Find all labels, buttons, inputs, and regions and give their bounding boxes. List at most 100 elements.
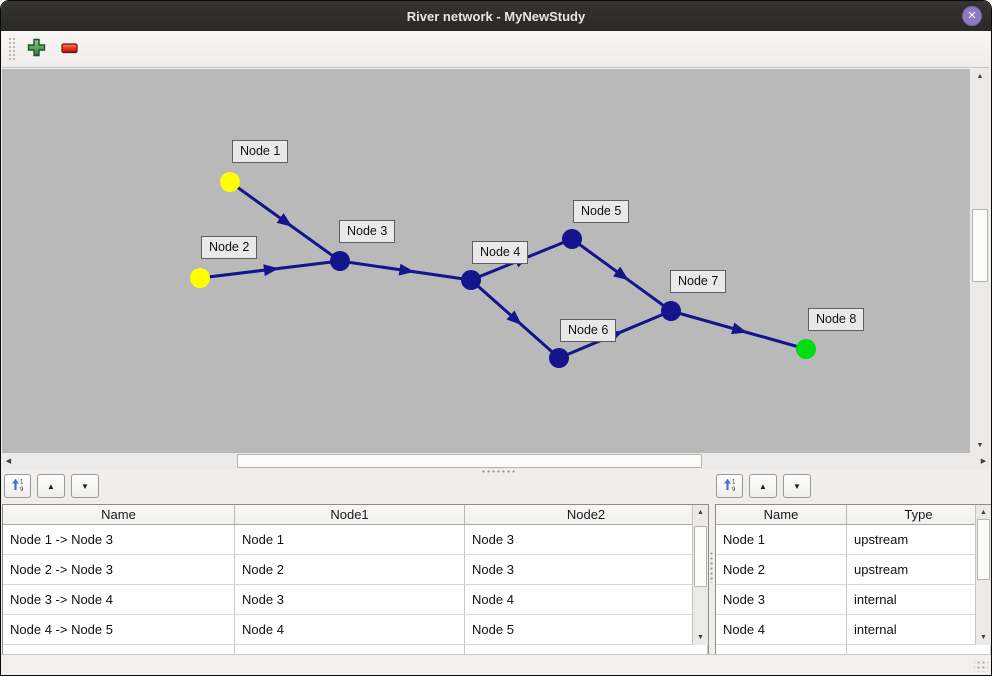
nodes-table-body: Node 1upstreamNode 2upstreamNode 3intern…	[716, 525, 991, 656]
node-label: Node 4	[472, 241, 528, 264]
vertical-scroll-thumb[interactable]	[694, 526, 707, 587]
scroll-up-arrow-icon[interactable]: ▲	[970, 70, 990, 83]
flow-arrow-icon	[399, 264, 415, 276]
horizontal-splitter-handle[interactable]	[481, 470, 515, 473]
table-cell[interactable]: upstream	[847, 525, 991, 554]
table-row[interactable]: Node 2upstream	[716, 555, 991, 585]
table-cell[interactable]: Node 1	[716, 525, 847, 554]
close-button[interactable]: ✕	[962, 6, 982, 26]
table-cell[interactable]: Node 4	[716, 615, 847, 644]
table-cell[interactable]: Node 3	[465, 555, 708, 584]
node-label: Node 6	[560, 319, 616, 342]
column-header[interactable]: Node1	[235, 505, 465, 524]
table-cell[interactable]: Node 4	[235, 615, 465, 644]
svg-text:9: 9	[20, 487, 24, 492]
reaches-table: NameNode1Node2 Node 1 -> Node 3Node 1Nod…	[2, 504, 709, 656]
table-row[interactable]: Node 2 -> Node 3Node 2Node 3	[3, 555, 708, 585]
table-row[interactable]: Node 4internal	[716, 615, 991, 645]
svg-text:9: 9	[732, 487, 736, 492]
toolbar-drag-handle-icon[interactable]	[7, 36, 16, 62]
sort-reaches-button[interactable]: 1 9	[4, 474, 31, 498]
column-header[interactable]: Name	[3, 505, 235, 524]
table-cell[interactable]: Node 3	[465, 525, 708, 554]
move-down-button[interactable]: ▼	[783, 474, 811, 498]
network-node[interactable]	[220, 172, 240, 192]
table-row[interactable]: Node 4 -> Node 5Node 4Node 5	[3, 615, 708, 645]
scroll-left-arrow-icon[interactable]: ◀	[2, 453, 15, 469]
vertical-splitter-handle[interactable]	[710, 551, 713, 583]
table-cell[interactable]: Node 2	[716, 555, 847, 584]
scroll-up-arrow-icon[interactable]: ▲	[693, 506, 708, 519]
move-down-button[interactable]: ▼	[71, 474, 99, 498]
remove-button[interactable]	[57, 37, 81, 61]
table-cell[interactable]: Node 5	[465, 615, 708, 644]
table-cell[interactable]: Node 3	[235, 585, 465, 614]
table-cell[interactable]: Node 3 -> Node 4	[3, 585, 235, 614]
scroll-down-arrow-icon[interactable]: ▼	[970, 439, 990, 452]
network-node[interactable]	[330, 251, 350, 271]
network-node[interactable]	[549, 348, 569, 368]
red-minus-icon	[61, 42, 78, 57]
table-cell[interactable]: Node 2	[235, 555, 465, 584]
resize-grip-icon[interactable]	[974, 659, 988, 672]
table-cell[interactable]: upstream	[847, 555, 991, 584]
table-row[interactable]: Node 3 -> Node 4Node 3Node 4	[3, 585, 708, 615]
nodes-table-header: NameType	[716, 505, 991, 525]
network-node[interactable]	[661, 301, 681, 321]
reaches-table-body: Node 1 -> Node 3Node 1Node 3Node 2 -> No…	[3, 525, 708, 656]
nodes-table-scrollbar[interactable]: ▲ ▼	[975, 505, 991, 645]
svg-text:1: 1	[732, 480, 736, 486]
scroll-down-arrow-icon[interactable]: ▼	[976, 631, 991, 644]
node-label: Node 1	[232, 140, 288, 163]
canvas-vertical-scrollbar[interactable]: ▲ ▼	[969, 69, 990, 453]
vertical-scroll-thumb[interactable]	[972, 209, 988, 282]
vertical-scroll-thumb[interactable]	[977, 519, 990, 580]
table-row[interactable]: Node 3internal	[716, 585, 991, 615]
close-icon: ✕	[967, 11, 976, 22]
move-up-icon: ▲	[759, 482, 767, 491]
add-button[interactable]	[24, 37, 48, 61]
table-cell[interactable]: Node 2 -> Node 3	[3, 555, 235, 584]
table-row[interactable]: Node 1upstream	[716, 525, 991, 555]
move-down-icon: ▼	[81, 482, 89, 491]
sort-ascending-icon: 1 9	[723, 478, 737, 494]
network-node[interactable]	[796, 339, 816, 359]
node-label: Node 5	[573, 200, 629, 223]
canvas-horizontal-scrollbar[interactable]: ◀ ▶	[2, 453, 990, 469]
horizontal-scroll-thumb[interactable]	[237, 454, 702, 468]
network-node[interactable]	[461, 270, 481, 290]
scroll-down-arrow-icon[interactable]: ▼	[693, 631, 708, 644]
table-cell[interactable]: Node 1 -> Node 3	[3, 525, 235, 554]
node-label: Node 3	[339, 220, 395, 243]
table-cell[interactable]: Node 4	[465, 585, 708, 614]
status-bar	[1, 654, 991, 675]
column-header[interactable]: Name	[716, 505, 847, 524]
move-up-icon: ▲	[47, 482, 55, 491]
table-cell[interactable]: internal	[847, 615, 991, 644]
column-header[interactable]: Node2	[465, 505, 708, 524]
sort-nodes-button[interactable]: 1 9	[716, 474, 743, 498]
network-node[interactable]	[190, 268, 210, 288]
node-label: Node 7	[670, 270, 726, 293]
move-up-button[interactable]: ▲	[749, 474, 777, 498]
reaches-table-scrollbar[interactable]: ▲ ▼	[692, 505, 708, 645]
green-plus-icon	[27, 38, 46, 60]
column-header[interactable]: Type	[847, 505, 991, 524]
flow-arrow-icon	[613, 267, 629, 281]
river-network-window: River network - MyNewStudy ✕	[0, 0, 992, 676]
table-cell[interactable]: Node 4 -> Node 5	[3, 615, 235, 644]
move-up-button[interactable]: ▲	[37, 474, 65, 498]
scroll-right-arrow-icon[interactable]: ▶	[977, 453, 990, 469]
table-cell[interactable]: Node 3	[716, 585, 847, 614]
network-canvas[interactable]: Node 1Node 2Node 3Node 4Node 5Node 6Node…	[2, 69, 990, 453]
scroll-up-arrow-icon[interactable]: ▲	[976, 506, 991, 519]
network-node[interactable]	[562, 229, 582, 249]
move-down-icon: ▼	[793, 482, 801, 491]
window-title: River network - MyNewStudy	[407, 9, 585, 24]
svg-text:1: 1	[20, 480, 24, 486]
table-row[interactable]: Node 1 -> Node 3Node 1Node 3	[3, 525, 708, 555]
flow-arrow-icon	[731, 323, 747, 335]
nodes-table: NameType Node 1upstreamNode 2upstreamNod…	[715, 504, 992, 656]
table-cell[interactable]: Node 1	[235, 525, 465, 554]
table-cell[interactable]: internal	[847, 585, 991, 614]
